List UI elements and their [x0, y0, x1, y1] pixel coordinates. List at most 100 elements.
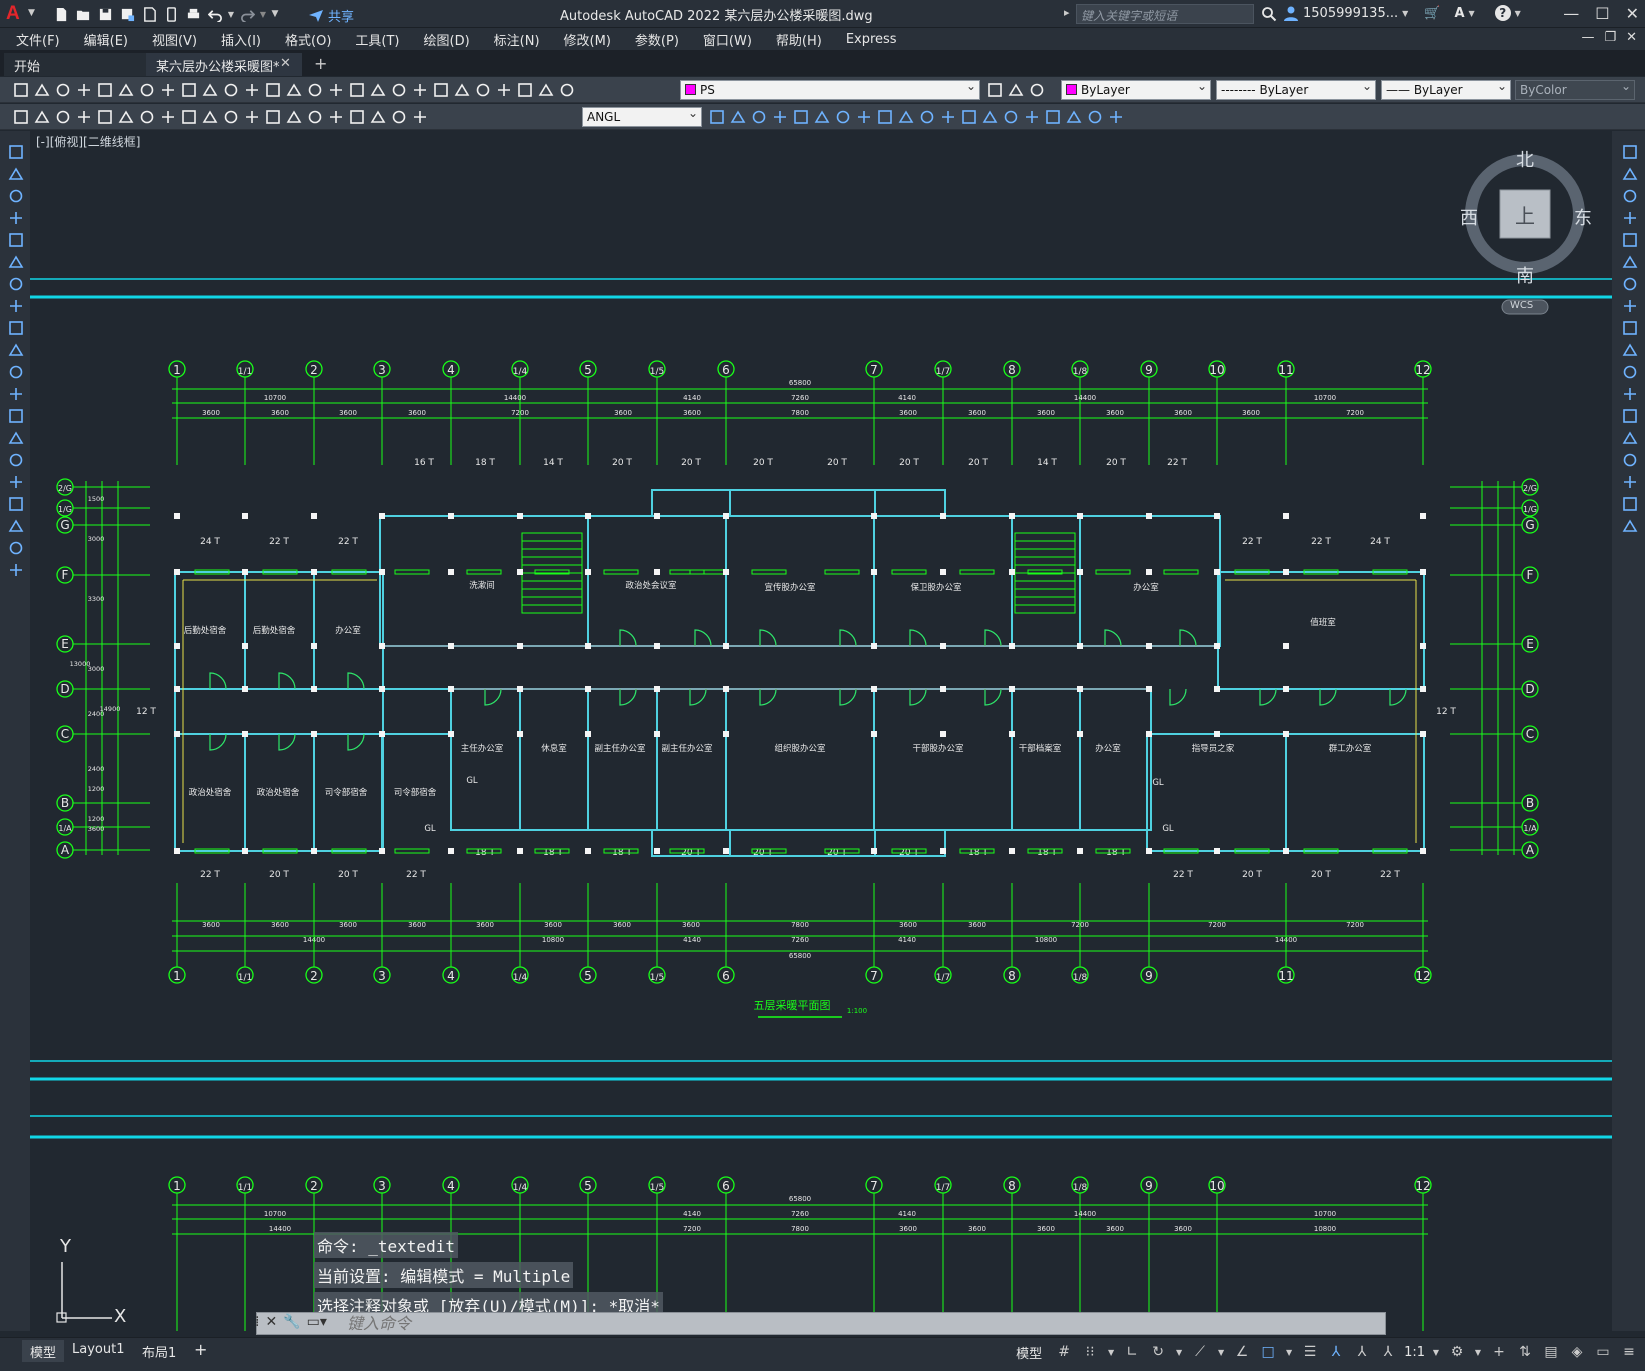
workspace-dropdown-icon[interactable]: ▼	[1473, 1342, 1483, 1362]
isodraft-icon[interactable]: ⟋	[1190, 1342, 1210, 1362]
mirror-r-icon[interactable]	[1619, 187, 1640, 205]
make-current-icon[interactable]	[984, 81, 1005, 99]
command-grip-icon[interactable]: ⁞	[255, 1314, 259, 1330]
publish-icon[interactable]	[115, 81, 136, 99]
spline-icon[interactable]	[5, 319, 26, 337]
rectangle-icon[interactable]	[5, 231, 26, 249]
construction-line-icon[interactable]	[5, 165, 26, 183]
command-close-icon[interactable]: ✕	[265, 1314, 277, 1330]
layer-previous-icon[interactable]	[1005, 81, 1026, 99]
viewcube-north[interactable]: 北	[1516, 146, 1534, 172]
annotation-scale-value[interactable]: 1:1	[1404, 1345, 1425, 1360]
copy-r-icon[interactable]	[1619, 165, 1640, 183]
arc-icon[interactable]	[5, 253, 26, 271]
ellipse-icon[interactable]	[5, 341, 26, 359]
menu-modify[interactable]: 修改(M)	[564, 30, 611, 49]
continue-icon[interactable]	[220, 108, 241, 126]
viewcube-face-label[interactable]: 上	[1515, 200, 1535, 229]
menu-express[interactable]: Express	[846, 32, 897, 47]
close-window-icon[interactable]: ✕	[1626, 4, 1639, 23]
polygon-icon[interactable]	[5, 209, 26, 227]
drawing-canvas[interactable]: 1 1/1 2 3 4 1/4 5 1/5 6 7 1/7 8 1/8 9 10 11 12 65800 10700…	[30, 131, 1612, 1331]
revision-cloud-icon[interactable]	[5, 297, 26, 315]
cart-icon[interactable]: 🛒	[1424, 6, 1440, 21]
user-account-button[interactable]: 1505999135... ▼ 🛒 A ▼ ? ▼	[1283, 5, 1521, 21]
menu-draw[interactable]: 绘图(D)	[424, 30, 470, 49]
save-as-icon[interactable]	[116, 6, 138, 22]
isodraft-dropdown-icon[interactable]: ▼	[1216, 1342, 1226, 1362]
new-tab-icon[interactable]: +	[314, 54, 327, 73]
blend-icon[interactable]	[1042, 108, 1063, 126]
array-icon[interactable]	[790, 108, 811, 126]
lock-icon[interactable]	[556, 81, 577, 99]
viewcube[interactable]: 北 南 东 西 上 WCS	[1460, 146, 1592, 328]
insert-block-icon[interactable]	[5, 385, 26, 403]
isolate-objects-icon[interactable]: ◈	[1567, 1342, 1587, 1362]
web-mobile-icon[interactable]	[160, 6, 182, 22]
open-icon[interactable]	[31, 81, 52, 99]
annotation-scale-icon[interactable]: ⅄	[1378, 1342, 1398, 1362]
point-icon[interactable]	[5, 429, 26, 447]
viewcube-east[interactable]: 东	[1574, 204, 1592, 230]
title-nav-arrow-icon[interactable]: ▸	[1064, 6, 1070, 19]
redo-icon[interactable]	[236, 6, 258, 22]
add-layout-icon[interactable]: +	[186, 1338, 215, 1360]
move-icon[interactable]	[811, 108, 832, 126]
model-space-button[interactable]: 模型	[1016, 1343, 1042, 1362]
object-snap-tracking-icon[interactable]: ∠	[1232, 1342, 1252, 1362]
menu-help[interactable]: 帮助(H)	[776, 30, 822, 49]
layout-tab-layout1[interactable]: Layout1	[64, 1340, 132, 1362]
command-customize-icon[interactable]: 🔧	[283, 1314, 300, 1330]
region-icon[interactable]	[5, 495, 26, 513]
add-scale-icon[interactable]: +	[1489, 1342, 1509, 1362]
layer-dropdown[interactable]: PS	[680, 80, 980, 100]
paste-icon[interactable]	[178, 81, 199, 99]
snap-icon[interactable]: ⁝⁝	[1080, 1342, 1100, 1362]
scale-icon[interactable]	[853, 108, 874, 126]
units-icon[interactable]: ⇅	[1515, 1342, 1535, 1362]
redo-icon[interactable]	[241, 81, 262, 99]
new-file-icon[interactable]	[50, 6, 72, 22]
polar-dropdown-icon[interactable]: ▼	[1174, 1342, 1184, 1362]
plot-preview-icon[interactable]	[94, 81, 115, 99]
trim-r-icon[interactable]	[1619, 341, 1640, 359]
tab-drawing[interactable]: 某六层办公楼采暖图*	[146, 53, 302, 76]
quick-properties-icon[interactable]: ▤	[1541, 1342, 1561, 1362]
zoom-window-icon[interactable]	[304, 81, 325, 99]
menu-edit[interactable]: 编辑(E)	[84, 30, 128, 49]
customization-icon[interactable]: ≡	[1619, 1342, 1639, 1362]
markup-icon[interactable]	[430, 81, 451, 99]
annotation-scale-dropdown-icon[interactable]: ▼	[1431, 1342, 1441, 1362]
ungroup-icon[interactable]	[1105, 108, 1126, 126]
search-icon[interactable]	[1261, 6, 1277, 25]
layout-tab-layout2[interactable]: 布局1	[134, 1340, 184, 1362]
wcs-label[interactable]: WCS	[1510, 300, 1533, 311]
menu-window[interactable]: 窗口(W)	[703, 30, 752, 49]
autodesk-app-icon[interactable]: A	[1454, 6, 1464, 21]
copy-obj-icon[interactable]	[727, 108, 748, 126]
extend-icon[interactable]	[916, 108, 937, 126]
cut-icon[interactable]	[136, 81, 157, 99]
break-r-icon[interactable]	[1619, 407, 1640, 425]
plot-icon[interactable]	[182, 6, 204, 22]
erase-icon[interactable]	[706, 108, 727, 126]
command-recent-icon[interactable]: ▭▾	[307, 1314, 327, 1330]
jogged-icon[interactable]	[115, 108, 136, 126]
dim-update-icon[interactable]	[409, 108, 430, 126]
group-icon[interactable]	[1084, 108, 1105, 126]
dim-edit-icon[interactable]	[367, 108, 388, 126]
mirror-icon[interactable]	[748, 108, 769, 126]
break-at-point-icon[interactable]	[937, 108, 958, 126]
space-icon[interactable]	[241, 108, 262, 126]
pan-icon[interactable]	[262, 81, 283, 99]
join-icon[interactable]	[979, 108, 1000, 126]
polyline-icon[interactable]	[5, 187, 26, 205]
customize-qat-icon[interactable]: ▼	[268, 6, 282, 22]
menu-parametric[interactable]: 参数(P)	[635, 30, 679, 49]
table-icon[interactable]	[5, 517, 26, 535]
undo-dropdown-icon[interactable]: ▼	[226, 6, 236, 22]
search-input[interactable]: 键入关键字或短语	[1076, 4, 1254, 24]
blend-r-icon[interactable]	[1619, 495, 1640, 513]
auto-scale-icon[interactable]: ⅄	[1352, 1342, 1372, 1362]
stretch-r-icon[interactable]	[1619, 319, 1640, 337]
